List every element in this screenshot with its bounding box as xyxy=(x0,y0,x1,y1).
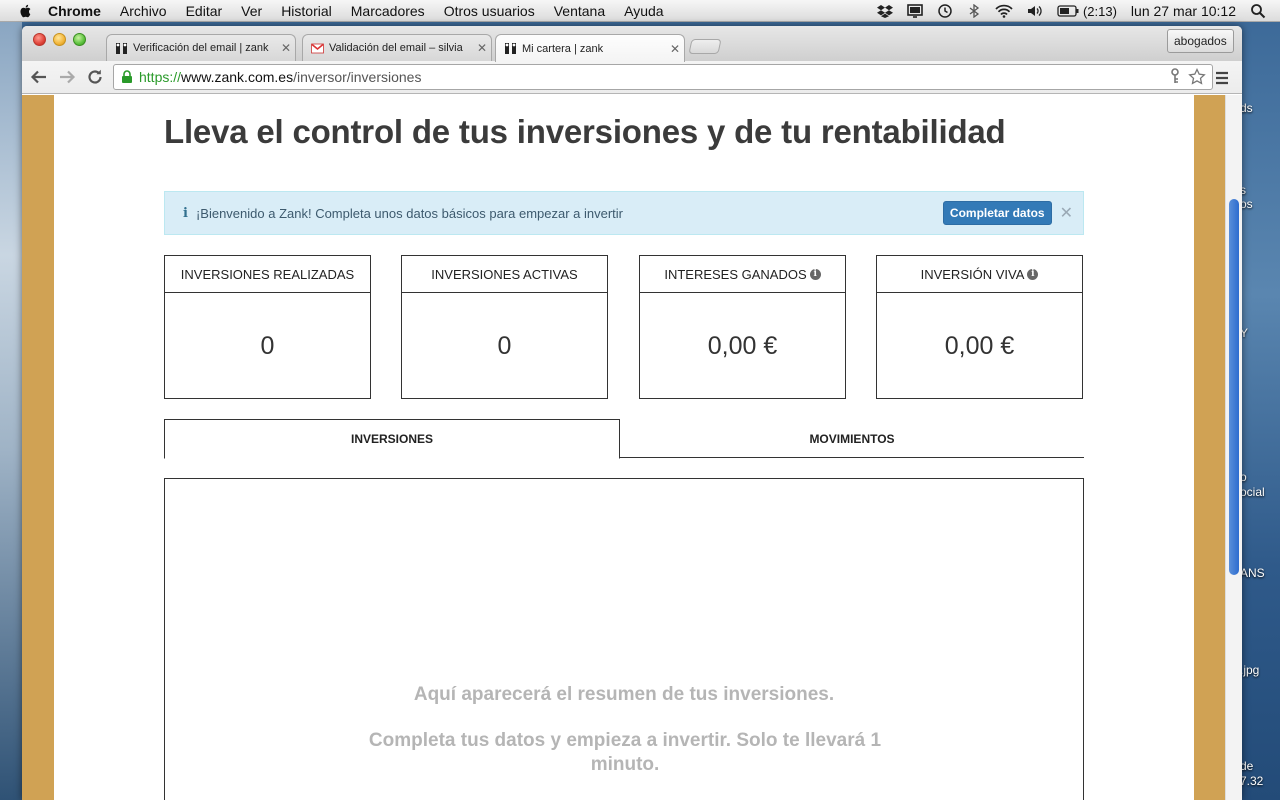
volume-icon[interactable] xyxy=(1027,4,1043,18)
stat-label: INTERESES GANADOS i xyxy=(640,256,845,293)
stat-card-inversiones-activas: INVERSIONES ACTIVAS 0 xyxy=(401,255,608,399)
info-tooltip-icon[interactable]: i xyxy=(1027,268,1039,280)
browser-tab-active[interactable]: Mi cartera | zank ✕ xyxy=(495,34,685,62)
desktop-background-left xyxy=(0,22,22,800)
gmail-icon xyxy=(311,43,324,53)
page-viewport: Lleva el control de tus inversiones y de… xyxy=(22,95,1242,800)
stat-label-text: INVERSIONES REALIZADAS xyxy=(180,266,355,282)
wifi-icon[interactable] xyxy=(995,4,1013,18)
lock-icon[interactable] xyxy=(121,70,133,84)
tab-title: Validación del email – silvia xyxy=(329,42,463,54)
browser-tab[interactable]: Verificación del email | zank ✕ xyxy=(106,34,296,61)
stat-value: 0 xyxy=(497,331,512,360)
menu-marcadores[interactable]: Marcadores xyxy=(351,3,425,19)
menu-app-name[interactable]: Chrome xyxy=(48,3,101,19)
url-scheme: https:// xyxy=(139,69,182,85)
tab-close-icon[interactable]: ✕ xyxy=(473,41,491,55)
tab-strip: Verificación del email | zank ✕ Validaci… xyxy=(22,26,1242,62)
forward-icon[interactable] xyxy=(57,67,77,87)
scroll-thumb[interactable] xyxy=(1229,199,1239,575)
tab-title: Verificación del email | zank xyxy=(133,42,269,54)
stat-label: INVERSIONES ACTIVAS xyxy=(402,256,607,293)
dropbox-icon[interactable] xyxy=(876,4,893,18)
window-zoom-button[interactable] xyxy=(73,33,86,46)
zank-icon xyxy=(505,43,516,54)
bookmark-star-icon[interactable] xyxy=(1188,68,1206,86)
reload-icon[interactable] xyxy=(85,67,105,87)
stat-label: INVERSIÓN VIVA i xyxy=(877,256,1082,293)
tab-close-icon[interactable]: ✕ xyxy=(666,42,684,56)
portfolio-tabs: INVERSIONES MOVIMIENTOS xyxy=(164,419,1084,459)
stat-value: 0 xyxy=(260,331,275,360)
airplay-display-icon[interactable] xyxy=(907,4,923,18)
spotlight-search-icon[interactable] xyxy=(1250,3,1266,19)
menu-historial[interactable]: Historial xyxy=(281,3,332,19)
tab-close-icon[interactable]: ✕ xyxy=(277,41,295,55)
investments-panel: Aquí aparecerá el resumen de tus inversi… xyxy=(164,478,1084,800)
window-close-button[interactable] xyxy=(33,33,46,46)
stat-card-inversion-viva: INVERSIÓN VIVA i 0,00 € xyxy=(876,255,1083,399)
empty-state-subtitle: Completa tus datos y empieza a invertir.… xyxy=(368,730,882,775)
complete-data-button[interactable]: Completar datos xyxy=(942,201,1052,225)
address-bar[interactable]: https://www.zank.com.es/inversor/inversi… xyxy=(113,64,1213,90)
menu-archivo[interactable]: Archivo xyxy=(120,3,167,19)
tab-title: Mi cartera | zank xyxy=(522,42,604,55)
apple-icon[interactable] xyxy=(18,3,34,19)
stat-card-inversiones-realizadas: INVERSIONES REALIZADAS 0 xyxy=(164,255,371,399)
stat-value: 0,00 € xyxy=(707,331,778,360)
tab-inversiones[interactable]: INVERSIONES xyxy=(164,419,620,459)
info-icon: i xyxy=(183,205,188,221)
alert-close-icon[interactable]: ✕ xyxy=(1060,203,1073,223)
zank-icon xyxy=(116,42,127,54)
welcome-alert: i ¡Bienvenido a Zank! Completa unos dato… xyxy=(164,191,1084,235)
time-machine-icon[interactable] xyxy=(937,3,953,19)
menubar: Chrome Archivo Editar Ver Historial Marc… xyxy=(0,0,1280,22)
browser-toolbar: https://www.zank.com.es/inversor/inversi… xyxy=(22,61,1242,94)
stat-label-text: INVERSIÓN VIVA xyxy=(920,266,1025,282)
browser-tab[interactable]: Validación del email – silvia ✕ xyxy=(302,34,492,61)
battery-indicator[interactable]: (2:13) xyxy=(1057,4,1117,19)
tab-movimientos[interactable]: MOVIMIENTOS xyxy=(620,419,1084,458)
key-icon[interactable] xyxy=(1168,68,1182,84)
desktop-item-label[interactable]: ANS xyxy=(1240,566,1265,580)
battery-time: (2:13) xyxy=(1082,3,1117,19)
clock[interactable]: lun 27 mar 10:12 xyxy=(1131,3,1236,19)
stat-label: INVERSIONES REALIZADAS xyxy=(165,256,370,293)
menu-otros-usuarios[interactable]: Otros usuarios xyxy=(444,3,535,19)
page-title: Lleva el control de tus inversiones y de… xyxy=(164,113,1006,150)
desktop-item-label[interactable]: .jpg xyxy=(1240,663,1259,677)
stat-card-intereses-ganados: INTERESES GANADOS i 0,00 € xyxy=(639,255,846,399)
url-host: www.zank.com.es xyxy=(181,69,294,85)
stat-label-text: INTERESES GANADOS xyxy=(664,266,807,282)
empty-state-title: Aquí aparecerá el resumen de tus inversi… xyxy=(413,684,835,705)
bluetooth-icon[interactable] xyxy=(967,4,981,18)
desktop-item-label[interactable]: 7.32 xyxy=(1240,774,1263,788)
desktop-item-label[interactable]: de xyxy=(1240,759,1253,773)
browser-window: Verificación del email | zank ✕ Validaci… xyxy=(22,26,1242,800)
profile-button[interactable]: abogados xyxy=(1167,29,1234,53)
window-minimize-button[interactable] xyxy=(53,33,66,46)
alert-message: ¡Bienvenido a Zank! Completa unos datos … xyxy=(195,205,624,221)
info-tooltip-icon[interactable]: i xyxy=(809,268,821,280)
menu-ayuda[interactable]: Ayuda xyxy=(624,3,663,19)
stat-value: 0,00 € xyxy=(944,331,1015,360)
menu-ver[interactable]: Ver xyxy=(241,3,262,19)
back-icon[interactable] xyxy=(29,67,49,87)
page-scrollbar[interactable] xyxy=(1225,95,1242,800)
chrome-menu-icon[interactable] xyxy=(1214,70,1230,86)
new-tab-button[interactable] xyxy=(688,39,722,54)
desktop-item-label[interactable]: ocial xyxy=(1240,485,1265,499)
stat-label-text: INVERSIONES ACTIVAS xyxy=(431,266,578,282)
battery-icon xyxy=(1057,5,1079,17)
menu-ventana[interactable]: Ventana xyxy=(554,3,605,19)
menu-editar[interactable]: Editar xyxy=(186,3,223,19)
page-content: Lleva el control de tus inversiones y de… xyxy=(54,95,1194,800)
url-path: /inversor/inversiones xyxy=(293,69,422,85)
